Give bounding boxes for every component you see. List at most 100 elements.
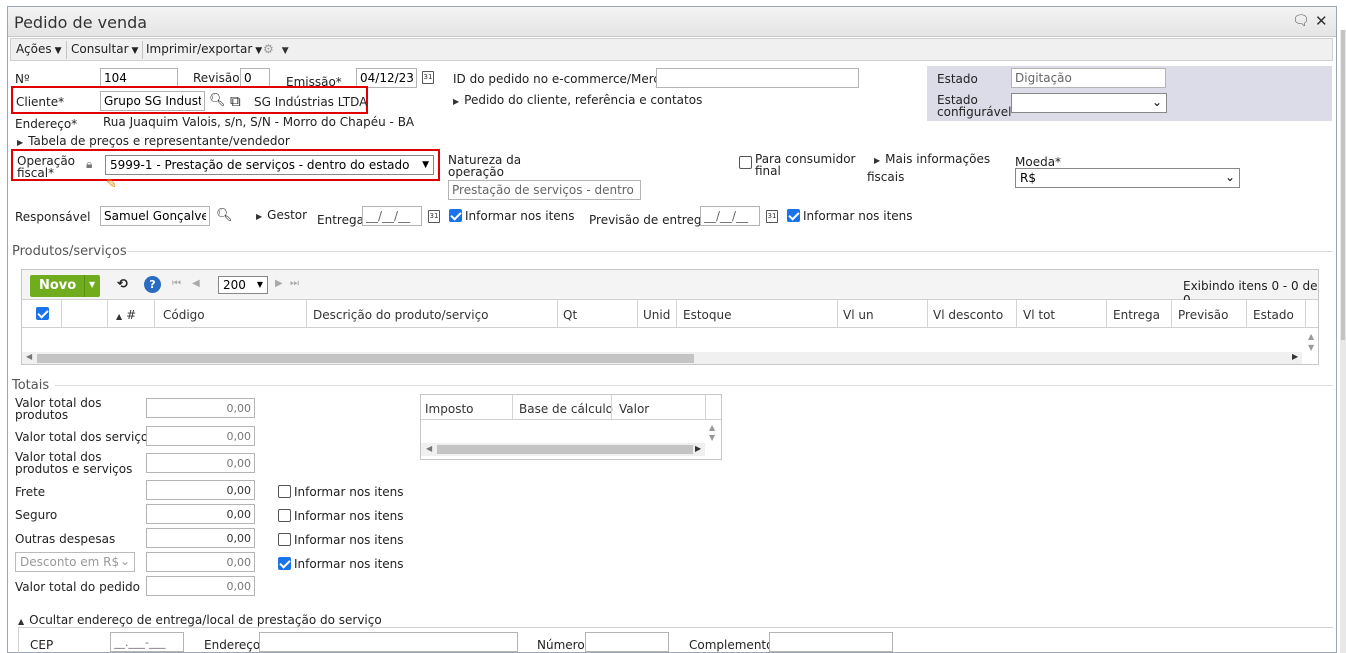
col-descricao[interactable]: Descrição do produto/serviço (313, 308, 489, 322)
seguro-label: Seguro (15, 508, 58, 522)
window-title: Pedido de venda (14, 13, 148, 32)
first-page-icon[interactable]: ⏮ (172, 278, 181, 289)
emissao-field[interactable] (356, 68, 417, 88)
col-unid[interactable]: Unid (643, 308, 670, 322)
calendar-icon-2[interactable]: 31 (428, 210, 440, 223)
desconto-type-select: Desconto em R$ ⌄ (15, 552, 135, 572)
produtos-grid: Novo ▼ ⟲ ? ⏮ ◀ 200 ▼ ▶ ⏭ Exibindo itens 0… (21, 269, 1319, 365)
cliente-label: Cliente* (16, 95, 65, 109)
search-icon[interactable]: 🔍︎ (209, 93, 226, 108)
frete-field[interactable] (146, 480, 255, 500)
col-vltot[interactable]: Vl tot (1023, 308, 1055, 322)
endereco-entrega-field[interactable] (259, 632, 518, 652)
complemento-field[interactable] (769, 632, 893, 652)
seguro-informar-checkbox[interactable] (278, 509, 291, 522)
natureza-label: Natureza da operação (448, 153, 522, 179)
vertical-scroll-up[interactable]: ▲ (1308, 332, 1314, 341)
col-entrega[interactable]: Entrega (1113, 308, 1160, 322)
previsao-informar-label: Informar nos itens (803, 209, 913, 223)
operacao-select[interactable]: 5999-1 - Prestação de serviços - dentro … (105, 155, 434, 175)
estado-field (1011, 68, 1166, 88)
tabela-precos-link[interactable]: ▶ Tabela de preços e representante/vended… (17, 135, 290, 149)
responsavel-field[interactable] (100, 206, 210, 226)
horizontal-scrollbar[interactable]: ◀ ▶ (22, 352, 1302, 364)
refresh-icon[interactable]: ⟲ (117, 277, 128, 292)
outras-despesas-field[interactable] (146, 528, 255, 548)
next-page-icon[interactable]: ▶ (275, 278, 283, 289)
select-all-checkbox[interactable] (36, 307, 49, 320)
col-base[interactable]: Base de cálculo (519, 402, 613, 416)
imprimir-menu[interactable]: Imprimir/exportar ▼ (146, 42, 262, 56)
cliente-nome[interactable]: SG Indústrias LTDA (254, 96, 367, 108)
frete-informar-checkbox[interactable] (278, 485, 291, 498)
complemento-label: Complemento (689, 638, 774, 652)
sales-order-window: Pedido de venda 🗨 ✕ Ações ▼ Consultar ▼ Im… (7, 6, 1337, 653)
calendar-icon-3[interactable]: 31 (766, 210, 778, 223)
col-vldesconto[interactable]: Vl desconto (933, 308, 1003, 322)
imposto-scroll-up[interactable]: ▲ (709, 423, 715, 432)
previsao-informar-checkbox[interactable] (787, 209, 800, 222)
endereco-label: Endereço* (15, 117, 78, 131)
ecommerce-field[interactable] (656, 68, 859, 88)
pedido-cliente-link[interactable]: ▶ Pedido do cliente, referência e contato… (453, 94, 702, 108)
moeda-select[interactable]: R$ ⌄ (1015, 168, 1240, 188)
ocultar-endereco-toggle[interactable]: ▲ Ocultar endereço de entrega/local de pr… (18, 614, 382, 628)
last-page-icon[interactable]: ⏭ (290, 278, 299, 289)
cep-field[interactable] (110, 632, 184, 652)
natureza-field[interactable] (448, 180, 641, 200)
numero-field[interactable] (100, 68, 178, 88)
ecommerce-label: ID do pedido no e-commerce/Mercos (453, 72, 674, 86)
col-codigo[interactable]: Código (163, 308, 205, 322)
close-icon[interactable]: ✕ (1315, 12, 1328, 30)
desconto-field (146, 552, 255, 572)
page-scrollbar[interactable] (1340, 30, 1346, 653)
comment-icon[interactable]: 🗨 (1292, 13, 1310, 29)
col-imposto[interactable]: Imposto (425, 402, 474, 416)
gestor-link[interactable]: ▶ Gestor (256, 209, 307, 223)
cliente-field[interactable] (100, 91, 205, 111)
col-estoque[interactable]: Estoque (683, 308, 732, 322)
gear-icon[interactable]: ⚙ ▼ (263, 42, 289, 56)
numero-entrega-field[interactable] (585, 632, 669, 652)
pencil-icon[interactable]: ✎ (106, 177, 117, 192)
imposto-hscroll[interactable]: ◀ ▶ (421, 443, 705, 456)
desconto-informar-checkbox[interactable] (278, 557, 291, 570)
col-estado[interactable]: Estado (1253, 308, 1294, 322)
mais-info-link[interactable]: ▶ Mais informações (874, 153, 990, 167)
desconto-informar-label: Informar nos itens (294, 557, 404, 571)
page-size-select[interactable]: 200 ▼ (218, 276, 268, 294)
mais-info-link-2[interactable]: fiscais (867, 171, 904, 183)
previsao-field[interactable] (700, 206, 760, 226)
help-icon[interactable]: ? (144, 276, 161, 293)
imposto-scroll-down[interactable]: ▼ (709, 433, 715, 442)
external-link-icon[interactable]: ⧉ (230, 92, 241, 110)
calendar-icon[interactable]: 31 (422, 71, 434, 84)
total-ps-label: Valor total dos produtos e serviços (15, 450, 133, 476)
col-hash[interactable]: ▲ # (116, 308, 136, 322)
estado-label: Estado (937, 72, 978, 86)
acoes-menu[interactable]: Ações ▼ (16, 42, 62, 56)
entrega-field[interactable] (362, 206, 422, 226)
title-bar: Pedido de venda 🗨 ✕ (8, 7, 1336, 37)
prev-page-icon[interactable]: ◀ (192, 278, 200, 289)
col-vlun[interactable]: Vl un (843, 308, 874, 322)
revisao-field[interactable] (240, 68, 270, 88)
novo-button[interactable]: Novo ▼ (30, 275, 100, 297)
endereco-value: Rua Juaquim Valois, s/n, S/N - Morro do … (103, 115, 415, 129)
entrega-informar-checkbox[interactable] (449, 209, 462, 222)
numero-entrega-label: Número (537, 638, 585, 652)
consumidor-final-checkbox[interactable] (739, 156, 752, 169)
toolbar: Ações ▼ Consultar ▼ Imprimir/exportar ▼ ⚙ ▼ (10, 38, 1333, 61)
outras-informar-checkbox[interactable] (278, 533, 291, 546)
vertical-scroll-down[interactable]: ▼ (1308, 343, 1314, 352)
col-qt[interactable]: Qt (563, 308, 577, 322)
consultar-menu[interactable]: Consultar ▼ (71, 42, 138, 56)
consumidor-final-label: Para consumidor final (755, 152, 856, 178)
estado-config-select[interactable]: ⌄ (1011, 93, 1167, 113)
frete-informar-label: Informar nos itens (294, 485, 404, 499)
col-valor[interactable]: Valor (619, 402, 649, 416)
col-previsao[interactable]: Previsão (1178, 308, 1228, 322)
search-icon-2[interactable]: 🔍︎ (216, 208, 233, 223)
seguro-field[interactable] (146, 504, 255, 524)
frete-label: Frete (15, 485, 46, 499)
